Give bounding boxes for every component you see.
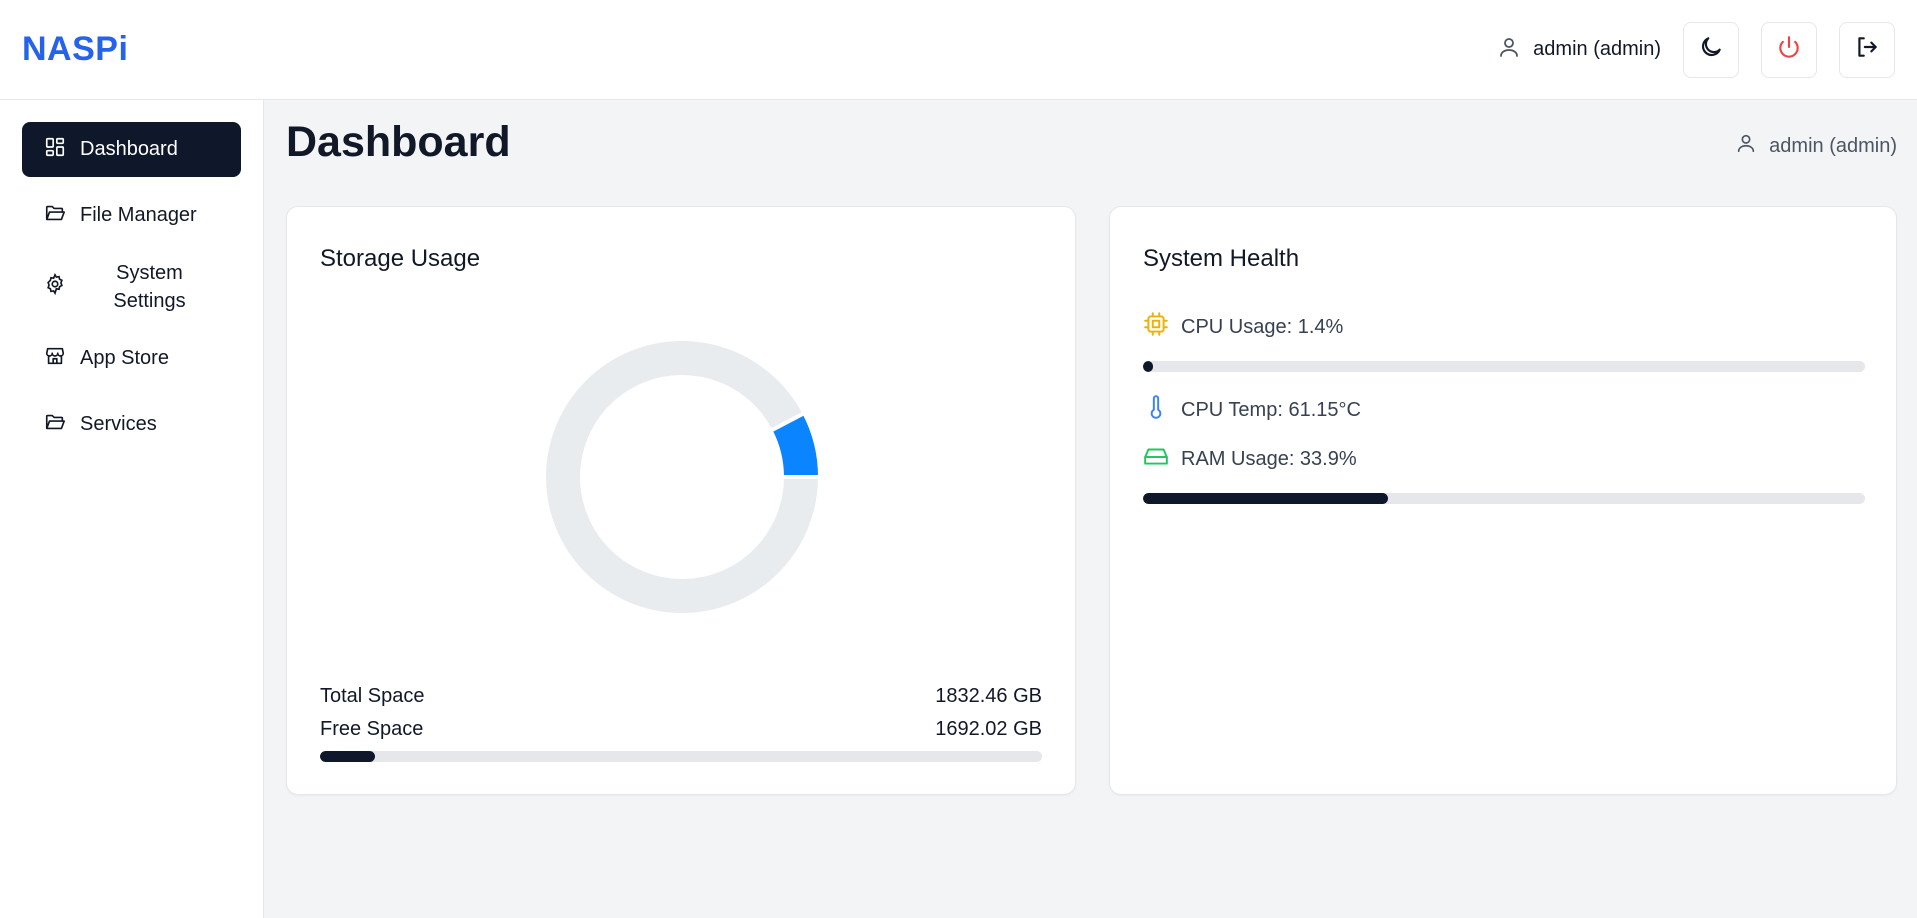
sidebar-item-system-settings[interactable]: System Settings: [22, 254, 241, 320]
donut-used-segment: [772, 414, 818, 478]
card-title: System Health: [1143, 245, 1300, 272]
sidebar: Dashboard File Manager System Settings A…: [0, 100, 264, 918]
sidebar-item-label: System Settings: [113, 262, 186, 312]
donut-track: [546, 341, 818, 613]
ram-usage-metric: RAM Usage: 33.9%: [1143, 443, 1357, 475]
total-space-value: 1832.46 GB: [935, 685, 1042, 707]
store-icon: [44, 345, 66, 373]
free-space-label: Free Space: [320, 718, 424, 740]
current-user-label: admin (admin): [1533, 38, 1661, 60]
theme-toggle-button[interactable]: [1683, 21, 1739, 78]
moon-icon: [1698, 34, 1724, 65]
storage-progress-bar: [320, 751, 1042, 762]
gear-icon: [44, 272, 66, 301]
page-user-label: admin (admin): [1769, 134, 1897, 157]
total-space-label: Total Space: [320, 685, 425, 707]
sidebar-item-label: Services: [80, 413, 157, 435]
cpu-usage-metric: CPU Usage: 1.4%: [1143, 311, 1343, 343]
free-space-row: Free Space 1692.02 GB: [320, 718, 1042, 741]
power-icon: [1776, 34, 1802, 65]
page-title: Dashboard: [286, 118, 511, 166]
card-title: Storage Usage: [320, 245, 481, 272]
total-space-row: Total Space 1832.46 GB: [320, 685, 1042, 708]
ram-usage-label: RAM Usage: 33.9%: [1181, 447, 1357, 470]
sidebar-item-label: File Manager: [80, 204, 197, 226]
folder-open-icon: [44, 411, 66, 439]
sidebar-item-services[interactable]: Services: [22, 397, 241, 452]
user-icon: [1735, 132, 1757, 160]
power-button[interactable]: [1761, 21, 1817, 78]
cpu-icon: [1143, 311, 1169, 343]
current-user: admin (admin): [1497, 35, 1661, 65]
sidebar-item-file-manager[interactable]: File Manager: [22, 188, 241, 243]
brand-logo[interactable]: NASPi: [22, 30, 128, 69]
logout-button[interactable]: [1839, 21, 1895, 78]
header-actions: admin (admin): [1497, 21, 1895, 78]
user-icon: [1497, 35, 1521, 65]
cpu-temp-metric: CPU Temp: 61.15°C: [1143, 394, 1361, 426]
cpu-usage-fill: [1143, 361, 1154, 372]
storage-usage-card: Storage Usage Total Space 1832.46 GB Fre…: [286, 206, 1076, 795]
sidebar-item-label: App Store: [80, 347, 169, 369]
dashboard-icon: [44, 136, 66, 164]
system-health-card: System Health CPU Usage: 1.4% CPU Temp: …: [1109, 206, 1897, 795]
sidebar-item-label: Dashboard: [80, 138, 178, 160]
ram-usage-bar: [1143, 493, 1865, 504]
ram-usage-fill: [1143, 493, 1388, 504]
page-user-info: admin (admin): [1735, 132, 1897, 160]
storage-progress-fill: [320, 751, 376, 762]
cpu-temp-label: CPU Temp: 61.15°C: [1181, 398, 1361, 421]
storage-donut-chart: [546, 341, 820, 613]
logout-icon: [1854, 34, 1880, 65]
folder-open-icon: [44, 202, 66, 230]
free-space-value: 1692.02 GB: [935, 718, 1042, 740]
sidebar-item-app-store[interactable]: App Store: [22, 331, 241, 386]
hard-drive-icon: [1143, 443, 1169, 475]
cpu-usage-bar: [1143, 361, 1865, 372]
thermometer-icon: [1143, 394, 1169, 426]
cpu-usage-label: CPU Usage: 1.4%: [1181, 315, 1344, 338]
top-bar: NASPi admin (admin): [0, 0, 1917, 100]
sidebar-item-dashboard[interactable]: Dashboard: [22, 122, 241, 177]
